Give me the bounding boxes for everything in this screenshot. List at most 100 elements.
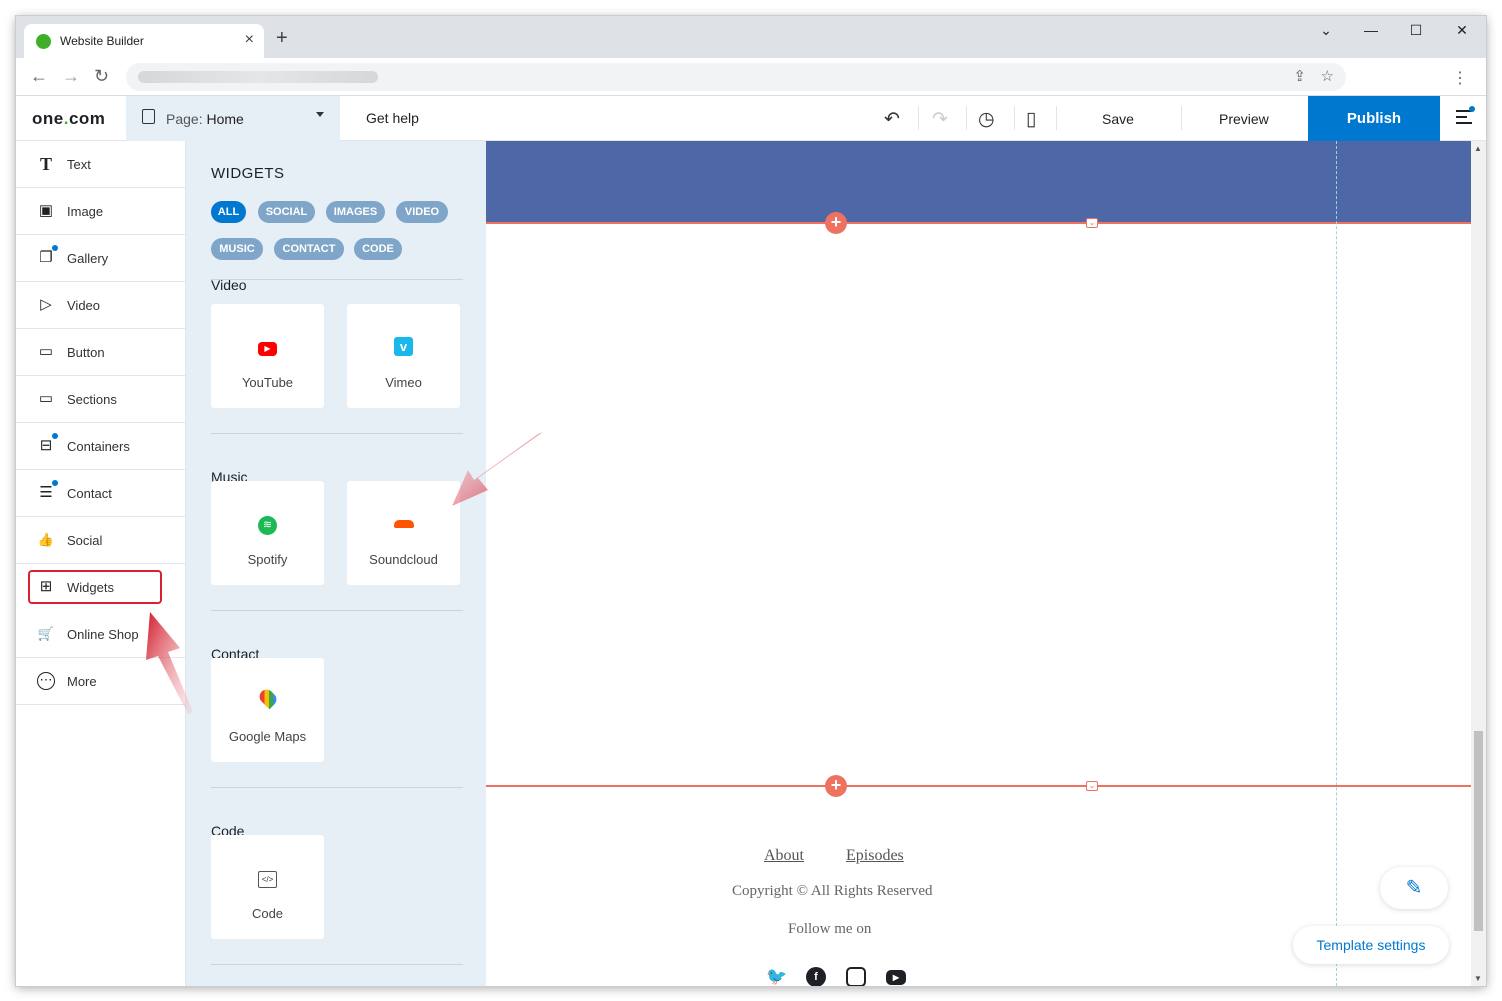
sidebar-item-label: Sections — [67, 392, 117, 407]
layout-guide — [1336, 141, 1337, 986]
map-pin-icon — [211, 686, 324, 712]
template-style-icon[interactable]: ✎ — [1380, 867, 1448, 909]
section-handle-icon[interactable]: ⌄ — [1086, 781, 1098, 791]
template-settings-button[interactable]: Template settings — [1293, 926, 1449, 964]
reload-icon[interactable]: ↻ — [94, 66, 109, 87]
filter-music[interactable]: MUSIC — [211, 238, 263, 260]
history-icon[interactable]: ◷ — [978, 108, 995, 131]
sidebar-item-image[interactable]: ▣ Image — [16, 188, 186, 235]
browser-tab[interactable]: Website Builder × — [24, 24, 264, 58]
section-divider — [486, 785, 1471, 787]
widget-youtube[interactable]: ▶ YouTube — [211, 304, 324, 408]
sidebar-item-widgets[interactable]: ⊞ Widgets — [16, 564, 186, 611]
filter-images[interactable]: IMAGES — [326, 201, 385, 223]
browser-toolbar: ← → ↻ ⇪ ☆ ⋮ — [16, 58, 1486, 96]
sidebar-item-contact[interactable]: ☰ Contact — [16, 470, 186, 517]
sidebar-item-button[interactable]: ▭ Button — [16, 329, 186, 376]
page-selector[interactable]: Page: Home — [126, 96, 340, 141]
widget-soundcloud[interactable]: Soundcloud — [347, 481, 460, 585]
sidebar-item-social[interactable]: 👍 Social — [16, 517, 186, 564]
containers-icon: ⊟ — [39, 437, 53, 454]
new-tab-button[interactable]: + — [276, 28, 288, 48]
sidebar-item-sections[interactable]: ▭ Sections — [16, 376, 186, 423]
sidebar-item-more[interactable]: ⋯ More — [16, 658, 186, 705]
save-button[interactable]: Save — [1102, 111, 1134, 127]
scrollbar-thumb[interactable] — [1474, 731, 1483, 931]
vimeo-icon: v — [347, 337, 460, 356]
gallery-icon: ❐ — [39, 249, 53, 266]
sidebar-item-label: Text — [67, 157, 91, 172]
get-help-link[interactable]: Get help — [366, 110, 419, 126]
maximize-button[interactable]: ☐ — [1396, 22, 1436, 39]
instagram-icon[interactable] — [846, 967, 866, 986]
sidebar-item-gallery[interactable]: ❐ Gallery — [16, 235, 186, 282]
mobile-view-icon[interactable]: ▯ — [1026, 108, 1036, 131]
panel-title: WIDGETS — [211, 165, 285, 182]
filter-code[interactable]: CODE — [354, 238, 402, 260]
editor-canvas[interactable]: + ⌄ + ⌄ About Episodes Copyright © All R… — [486, 141, 1471, 986]
sidebar-item-label: Button — [67, 345, 105, 360]
widget-spotify[interactable]: ≋ Spotify — [211, 481, 324, 585]
share-icon[interactable]: ⇪ — [1293, 67, 1306, 85]
filter-contact[interactable]: CONTACT — [274, 238, 344, 260]
cart-icon: 🛒 — [37, 626, 55, 641]
more-icon: ⋯ — [37, 672, 55, 690]
section-handle-icon[interactable]: ⌄ — [1086, 218, 1098, 228]
filter-all[interactable]: ALL — [211, 201, 246, 223]
tab-list-icon[interactable]: ⌄ — [1306, 22, 1346, 39]
widget-label: YouTube — [241, 375, 294, 390]
footer-link-about[interactable]: About — [764, 847, 804, 865]
new-badge — [52, 245, 58, 251]
address-bar[interactable]: ⇪ ☆ — [126, 63, 1346, 91]
sidebar-item-label: More — [67, 674, 97, 689]
editor-toolbar: one.com Page: Home Get help ↶ ↷ ◷ ▯ Save… — [16, 96, 1486, 141]
scroll-down-icon[interactable]: ▼ — [1474, 974, 1482, 983]
follow-text: Follow me on — [788, 921, 872, 937]
browser-tab-bar: Website Builder × + ⌄ — ☐ ✕ — [16, 16, 1486, 58]
play-circle-icon: ▷ — [40, 296, 52, 313]
sidebar-item-text[interactable]: T Text — [16, 141, 186, 188]
widget-label: Code — [251, 906, 284, 921]
scroll-up-icon[interactable]: ▲ — [1474, 144, 1482, 153]
preview-button[interactable]: Preview — [1219, 111, 1269, 127]
tab-title: Website Builder — [60, 34, 144, 48]
add-section-icon[interactable]: + — [825, 212, 847, 234]
facebook-icon[interactable]: f — [806, 967, 826, 986]
undo-icon[interactable]: ↶ — [884, 108, 900, 131]
widget-google-maps[interactable]: Google Maps — [211, 658, 324, 762]
sidebar-item-label: Containers — [67, 439, 130, 454]
header-section[interactable] — [486, 141, 1471, 223]
widget-code[interactable]: </> Code — [211, 835, 324, 939]
minimize-button[interactable]: — — [1351, 22, 1391, 38]
hamburger-menu-icon[interactable] — [1456, 106, 1475, 124]
filter-video[interactable]: VIDEO — [396, 201, 448, 223]
sidebar-item-containers[interactable]: ⊟ Containers — [16, 423, 186, 470]
footer-link-episodes[interactable]: Episodes — [846, 847, 904, 865]
contact-form-icon: ☰ — [39, 484, 53, 501]
code-icon: </> — [211, 869, 324, 888]
sidebar-item-label: Contact — [67, 486, 112, 501]
back-arrow-icon[interactable]: ← — [30, 66, 48, 87]
sidebar-item-label: Online Shop — [67, 627, 139, 642]
tab-close-icon[interactable]: × — [245, 31, 254, 49]
one-com-logo: one.com — [32, 109, 106, 128]
publish-button[interactable]: Publish — [1308, 96, 1440, 141]
image-icon: ▣ — [38, 202, 54, 219]
widget-vimeo[interactable]: v Vimeo — [347, 304, 460, 408]
add-section-icon[interactable]: + — [825, 775, 847, 797]
canvas-scrollbar[interactable]: ▲ ▼ — [1471, 141, 1486, 986]
forward-arrow-icon[interactable]: → — [62, 66, 80, 87]
sidebar-item-online-shop[interactable]: 🛒 Online Shop — [16, 611, 186, 658]
browser-window: Website Builder × + ⌄ — ☐ ✕ ← → ↻ ⇪ ☆ ⋮ … — [16, 16, 1486, 986]
bookmark-star-icon[interactable]: ☆ — [1321, 67, 1334, 85]
new-badge — [52, 480, 58, 486]
sidebar-item-video[interactable]: ▷ Video — [16, 282, 186, 329]
redo-icon[interactable]: ↷ — [932, 108, 948, 131]
twitter-icon[interactable]: 🐦 — [766, 967, 787, 986]
page-selector-label: Page: Home — [166, 111, 244, 127]
youtube-icon[interactable]: ▶ — [886, 970, 906, 985]
browser-menu-icon[interactable]: ⋮ — [1452, 68, 1468, 88]
filter-social[interactable]: SOCIAL — [258, 201, 315, 223]
sidebar-item-label: Image — [67, 204, 104, 219]
close-window-button[interactable]: ✕ — [1442, 22, 1482, 39]
